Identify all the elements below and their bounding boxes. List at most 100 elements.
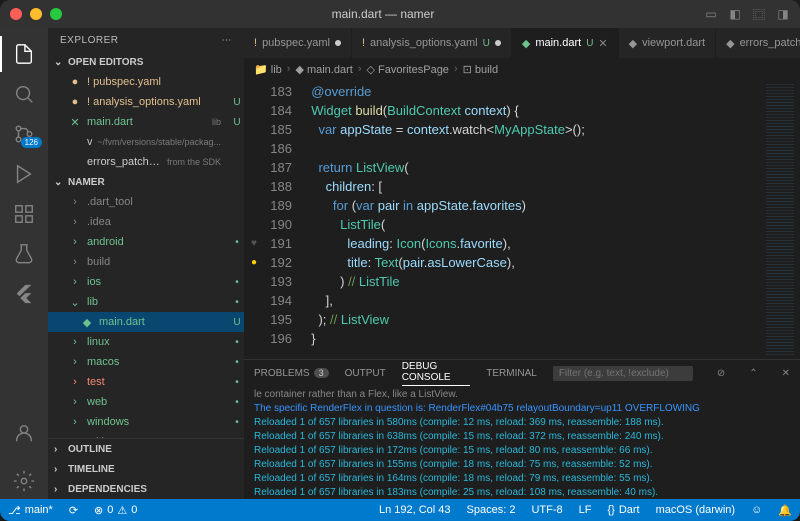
status-branch[interactable]: ⎇main* bbox=[0, 499, 61, 521]
sidebar-title: EXPLORER bbox=[60, 35, 118, 46]
item-label: main.dart bbox=[99, 316, 225, 328]
file-icon: ≡ bbox=[68, 436, 82, 438]
breadcrumb-item[interactable]: ⊡ build bbox=[463, 63, 499, 76]
code-editor[interactable]: ♥● 1831841851861871881891901911921931941… bbox=[244, 80, 800, 359]
open-editor-item[interactable]: ●! analysis_options.yamlU bbox=[48, 92, 244, 112]
minimap[interactable] bbox=[760, 80, 800, 359]
tab-label: analysis_options.yaml bbox=[370, 37, 478, 49]
workbench: 126 EXPLORER ⋯ ⌄OPEN EDITORS ●! pubspec.… bbox=[0, 28, 800, 499]
activity-bar: 126 bbox=[0, 28, 48, 499]
editor-tab[interactable]: ◆main.dartU✕ bbox=[512, 28, 619, 58]
breadcrumbs[interactable]: 📁 lib›◆ main.dart›◇ FavoritesPage›⊡ buil… bbox=[244, 58, 800, 80]
activity-scm[interactable]: 126 bbox=[0, 116, 48, 152]
editor-tab[interactable]: ◆viewport.dart bbox=[619, 28, 716, 58]
activity-extensions[interactable] bbox=[0, 196, 48, 232]
open-editor-item[interactable]: ●! pubspec.yaml bbox=[48, 72, 244, 92]
panel-tab-debug[interactable]: DEBUG CONSOLE bbox=[402, 361, 471, 386]
layout-right-icon[interactable]: ◨ bbox=[776, 7, 790, 21]
code-content[interactable]: @override Widget build(BuildContext cont… bbox=[304, 80, 760, 359]
folder-item[interactable]: ›linux• bbox=[48, 332, 244, 352]
editor-tab[interactable]: ◆errors_patch.dart bbox=[716, 28, 800, 58]
section-project[interactable]: ⌄NAMER bbox=[48, 172, 244, 192]
sidebar-more-icon[interactable]: ⋯ bbox=[222, 35, 233, 46]
breadcrumb-item[interactable]: 📁 lib bbox=[254, 63, 282, 76]
status-bell[interactable]: 🔔 bbox=[770, 504, 800, 517]
modified-dot bbox=[495, 40, 501, 46]
file-tree: ›.dart_tool›.idea›android•›build›ios• ⌄ li… bbox=[48, 192, 244, 438]
status-encoding[interactable]: UTF-8 bbox=[523, 504, 570, 516]
chevron-icon: › bbox=[68, 236, 82, 248]
file-item[interactable]: ≡.gitignore bbox=[48, 432, 244, 438]
panel-maximize-icon[interactable]: ⌃ bbox=[749, 368, 757, 379]
file-item[interactable]: ◆main.dartU bbox=[48, 312, 244, 332]
folder-item[interactable]: ⌄lib• bbox=[48, 292, 244, 312]
zoom-window[interactable] bbox=[50, 8, 62, 20]
panel-tab-problems[interactable]: PROBLEMS3 bbox=[254, 368, 329, 379]
activity-flutter[interactable] bbox=[0, 276, 48, 312]
folder-item[interactable]: ›ios• bbox=[48, 272, 244, 292]
open-editor-item[interactable]: errors_patch.dartfrom the SDK bbox=[48, 152, 244, 172]
folder-item[interactable]: ›.dart_tool bbox=[48, 192, 244, 212]
editor-tab[interactable]: !analysis_options.yamlU bbox=[352, 28, 512, 58]
window: main.dart — namer ▭ ◧ ⿴ ◨ 126 EXPLORER ⋯… bbox=[0, 0, 800, 521]
chevron-icon: ⌄ bbox=[68, 296, 82, 309]
folder-item[interactable]: ›web• bbox=[48, 392, 244, 412]
folder-item[interactable]: ›build bbox=[48, 252, 244, 272]
activity-account[interactable] bbox=[0, 415, 48, 451]
folder-item[interactable]: ›test• bbox=[48, 372, 244, 392]
layout-sidebar-icon[interactable]: ◧ bbox=[728, 7, 742, 21]
section-dependencies[interactable]: ›DEPENDENCIES bbox=[48, 479, 244, 499]
status-eol[interactable]: LF bbox=[571, 504, 600, 516]
file-label: viewport.dart bbox=[87, 136, 92, 148]
open-editor-item[interactable]: ✕main.dartlibU bbox=[48, 112, 244, 132]
titlebar-actions: ▭ ◧ ⿴ ◨ bbox=[704, 7, 790, 21]
status-lang[interactable]: {}Dart bbox=[599, 504, 647, 516]
panel-close-icon[interactable]: ✕ bbox=[782, 368, 790, 379]
line-numbers: 1831841851861871881891901911921931941951… bbox=[264, 80, 304, 359]
open-editor-item[interactable]: viewport.dart~/fvm/versions/stable/packa… bbox=[48, 132, 244, 152]
traffic-lights bbox=[10, 8, 62, 20]
breadcrumb-item[interactable]: ◆ main.dart bbox=[295, 63, 352, 76]
close-window[interactable] bbox=[10, 8, 22, 20]
status-spaces[interactable]: Spaces: 2 bbox=[459, 504, 524, 516]
item-label: test bbox=[87, 376, 225, 388]
breadcrumb-item[interactable]: ◇ FavoritesPage bbox=[366, 63, 448, 76]
console-line: Reloaded 1 of 657 libraries in 155ms (co… bbox=[254, 458, 790, 472]
tab-label: pubspec.yaml bbox=[262, 37, 330, 49]
layout-editor-icon[interactable]: ⿴ bbox=[752, 7, 766, 21]
status-sync[interactable]: ⟳ bbox=[61, 499, 86, 521]
folder-item[interactable]: ›android• bbox=[48, 232, 244, 252]
editor-tab[interactable]: !pubspec.yaml bbox=[244, 28, 352, 58]
section-timeline[interactable]: ›TIMELINE bbox=[48, 459, 244, 479]
modified-dot bbox=[335, 40, 341, 46]
status-problems[interactable]: ⊗0⚠0 bbox=[86, 499, 145, 521]
section-open-editors[interactable]: ⌄OPEN EDITORS bbox=[48, 52, 244, 72]
folder-item[interactable]: ›macos• bbox=[48, 352, 244, 372]
folder-item[interactable]: ›windows• bbox=[48, 412, 244, 432]
status-target[interactable]: macOS (darwin) bbox=[648, 504, 743, 516]
file-icon: ● bbox=[68, 76, 82, 88]
activity-settings[interactable] bbox=[0, 463, 48, 499]
section-outline[interactable]: ›OUTLINE bbox=[48, 439, 244, 459]
activity-testing[interactable] bbox=[0, 236, 48, 272]
chevron-icon: › bbox=[68, 256, 82, 268]
panel-tab-terminal[interactable]: TERMINAL bbox=[486, 368, 537, 379]
minimize-window[interactable] bbox=[30, 8, 42, 20]
file-label: errors_patch.dart bbox=[87, 156, 162, 168]
close-icon[interactable]: ✕ bbox=[598, 37, 607, 50]
status-cursor[interactable]: Ln 192, Col 43 bbox=[371, 504, 459, 516]
file-label: main.dart bbox=[87, 116, 207, 128]
panel-tabs: PROBLEMS3 OUTPUT DEBUG CONSOLE TERMINAL … bbox=[244, 360, 800, 386]
folder-item[interactable]: ›.idea bbox=[48, 212, 244, 232]
panel-tab-output[interactable]: OUTPUT bbox=[345, 368, 386, 379]
activity-debug[interactable] bbox=[0, 156, 48, 192]
toggle-panel-icon[interactable]: ▭ bbox=[704, 7, 718, 21]
sidebar: EXPLORER ⋯ ⌄OPEN EDITORS ●! pubspec.yaml… bbox=[48, 28, 244, 499]
panel-clear-icon[interactable]: ⊘ bbox=[717, 368, 725, 379]
activity-search[interactable] bbox=[0, 76, 48, 112]
status-feedback[interactable]: ☺ bbox=[743, 504, 770, 516]
item-label: lib bbox=[87, 296, 225, 308]
activity-explorer[interactable] bbox=[0, 36, 48, 72]
panel-body[interactable]: le container rather than a Flex, like a … bbox=[244, 386, 800, 499]
panel-filter-input[interactable] bbox=[553, 366, 693, 381]
